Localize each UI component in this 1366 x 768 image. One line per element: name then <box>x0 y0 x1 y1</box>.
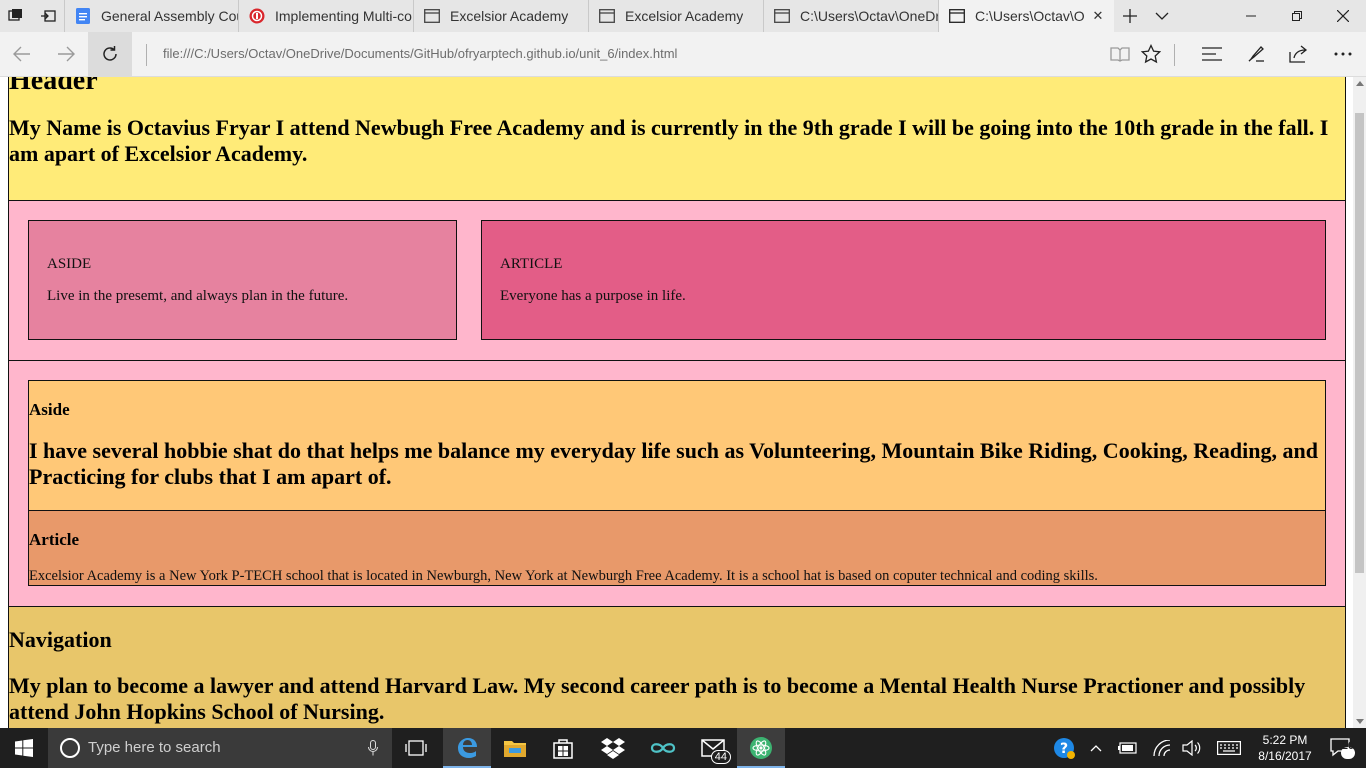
refresh-button[interactable] <box>88 32 132 76</box>
dropbox-icon[interactable] <box>589 728 637 768</box>
address-separator <box>146 44 147 66</box>
aside-text: Live in the presemt, and always plan in … <box>47 288 349 304</box>
navigation-text: My plan to become a lawyer and attend Ha… <box>9 673 1306 724</box>
atom-editor-icon[interactable] <box>737 728 785 768</box>
infinity-app-icon[interactable] <box>639 728 687 768</box>
show-hidden-icons-chevron-up-icon[interactable] <box>1086 728 1106 768</box>
notification-count: 20 <box>1341 740 1355 752</box>
navigation-section: Navigation My plan to become a lawyer an… <box>8 606 1346 728</box>
tab-title: General Assembly Cour <box>101 8 238 24</box>
page-viewport: Header My Name is Octavius Fryar I atten… <box>0 77 1353 728</box>
help-icon[interactable]: ? <box>1050 728 1078 768</box>
taskbar-clock[interactable]: 5:22 PM 8/16/2017 <box>1250 732 1320 764</box>
header-intro-text: My Name is Octavius Fryar I attend Newbu… <box>9 115 1329 166</box>
mail-icon[interactable]: 44 <box>689 728 737 768</box>
clock-date: 8/16/2017 <box>1258 749 1312 763</box>
red-badge-icon <box>249 8 265 24</box>
tab-local-file-1[interactable]: C:\Users\Octav\OneDriv <box>764 0 939 32</box>
tab-preview-chevron-down-icon[interactable] <box>1146 0 1178 32</box>
vertical-scrollbar[interactable] <box>1353 77 1366 728</box>
article-box: ARTICLE Everyone has a purpose in life. <box>481 220 1326 340</box>
hobbies-aside-heading: Aside <box>29 400 70 419</box>
favorite-star-icon[interactable] <box>1129 32 1173 76</box>
cortana-icon <box>60 738 80 758</box>
url-field[interactable]: file:///C:/Users/Octav/OneDrive/Document… <box>163 46 677 61</box>
page-icon <box>424 8 440 24</box>
keyboard-icon[interactable] <box>1214 728 1244 768</box>
close-tab-icon[interactable]: ✕ <box>1090 8 1106 24</box>
file-explorer-icon[interactable] <box>491 728 539 768</box>
start-button[interactable] <box>0 728 48 768</box>
web-note-pen-icon[interactable] <box>1234 32 1278 76</box>
aside-box: ASIDE Live in the presemt, and always pl… <box>28 220 457 340</box>
tab-title: C:\Users\Octav\OneDriv <box>800 8 938 24</box>
task-view-icon[interactable] <box>392 728 440 768</box>
wifi-icon[interactable] <box>1150 728 1174 768</box>
header-section: Header My Name is Octavius Fryar I atten… <box>8 77 1346 201</box>
page-icon <box>599 8 615 24</box>
share-icon[interactable] <box>1277 32 1321 76</box>
edge-browser-icon[interactable] <box>443 728 491 768</box>
tab-general-assembly[interactable]: General Assembly Cour <box>64 0 239 32</box>
address-bar-area: file:///C:/Users/Octav/OneDrive/Document… <box>0 32 1366 77</box>
store-icon[interactable] <box>539 728 587 768</box>
windows-taskbar: Type here to search 44 ? 5:22 PM 8/16/20… <box>0 728 1366 768</box>
article-label: ARTICLE <box>500 256 563 272</box>
tab-excelsior-academy-1[interactable]: Excelsior Academy <box>414 0 589 32</box>
aside-label: ASIDE <box>47 256 92 272</box>
restore-button[interactable] <box>1274 0 1320 32</box>
page-icon <box>949 8 965 24</box>
scroll-up-arrow-icon[interactable] <box>1353 77 1366 90</box>
hobbies-aside: Aside I have several hobbie shat do that… <box>28 380 1326 511</box>
school-article-heading: Article <box>29 530 80 549</box>
back-button[interactable] <box>0 32 44 76</box>
more-options-icon[interactable] <box>1321 32 1365 76</box>
minimize-button[interactable] <box>1228 0 1274 32</box>
close-window-button[interactable] <box>1320 0 1366 32</box>
browser-tab-bar: General Assembly Cour Implementing Multi… <box>0 0 1366 32</box>
new-tab-icon[interactable] <box>1114 0 1146 32</box>
forward-button[interactable] <box>44 32 88 76</box>
volume-icon[interactable] <box>1180 728 1204 768</box>
action-center-icon[interactable]: 20 <box>1322 728 1362 768</box>
school-article: Article Excelsior Academy is a New York … <box>28 510 1326 586</box>
mail-badge: 44 <box>710 750 731 764</box>
hobbies-aside-text: I have several hobbie shat do that helps… <box>29 438 1318 489</box>
set-tabs-aside-icon[interactable] <box>32 0 64 32</box>
tab-excelsior-academy-2[interactable]: Excelsior Academy <box>589 0 764 32</box>
battery-icon[interactable] <box>1116 728 1140 768</box>
header-title: Header <box>9 77 98 96</box>
search-placeholder: Type here to search <box>88 739 221 756</box>
article-text: Everyone has a purpose in life. <box>500 288 686 304</box>
page-icon <box>774 8 790 24</box>
tab-title: Excelsior Academy <box>450 8 569 24</box>
hobbies-section: Aside I have several hobbie shat do that… <box>8 360 1346 607</box>
scrollbar-thumb[interactable] <box>1355 113 1364 573</box>
taskbar-search-box[interactable]: Type here to search <box>48 728 392 768</box>
tab-title: Excelsior Academy <box>625 8 744 24</box>
school-article-text: Excelsior Academy is a New York P-TECH s… <box>29 568 1098 584</box>
hub-icon[interactable] <box>1190 32 1234 76</box>
tab-implementing-multi[interactable]: Implementing Multi-co <box>239 0 414 32</box>
scroll-down-arrow-icon[interactable] <box>1353 715 1366 728</box>
toolbar-separator <box>1174 44 1175 66</box>
svg-text:?: ? <box>1060 741 1068 757</box>
clock-time: 5:22 PM <box>1262 733 1308 747</box>
tab-local-file-active[interactable]: C:\Users\Octav\One ✕ <box>939 0 1114 32</box>
tab-manager-icon[interactable] <box>0 0 32 32</box>
tab-title: C:\Users\Octav\One <box>975 8 1084 24</box>
navigation-heading: Navigation <box>9 627 112 652</box>
google-docs-icon <box>75 8 91 24</box>
aside-article-row: ASIDE Live in the presemt, and always pl… <box>8 200 1346 361</box>
tab-title: Implementing Multi-co <box>275 8 412 24</box>
microphone-icon[interactable] <box>363 738 383 758</box>
